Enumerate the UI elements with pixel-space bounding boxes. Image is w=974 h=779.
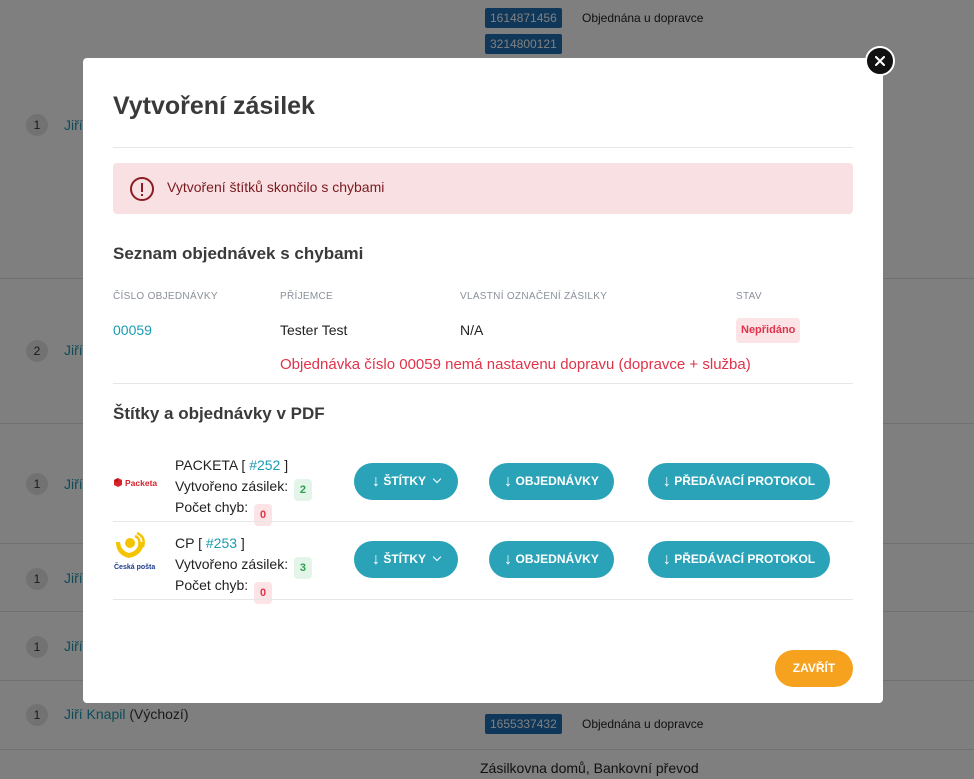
protocol-button-label: PŘEDÁVACÍ PROTOKOL	[674, 552, 816, 566]
status-badge: Nepřidáno	[736, 318, 801, 343]
create-shipments-modal: Vytvoření zásilek Vytvoření štítků skonč…	[83, 58, 883, 703]
carrier-row-ceska-posta: Česká pošta CP [ #253 ] Vytvořeno zásile…	[113, 521, 853, 604]
created-label: Vytvořeno zásilek:	[175, 478, 289, 494]
errors-count-badge: 0	[254, 582, 273, 604]
carrier-name: PACKETA	[175, 457, 238, 473]
batch-link[interactable]: #252	[249, 457, 280, 473]
column-header-recipient: Příjemce	[280, 291, 333, 302]
chevron-down-icon	[432, 474, 442, 484]
labels-button-label: ŠTÍTKY	[383, 552, 426, 566]
close-icon	[875, 56, 885, 66]
download-arrow-icon: ↓	[371, 551, 380, 568]
carrier-name: CP	[175, 535, 195, 551]
pdf-section-title: Štítky a objednávky v PDF	[113, 404, 325, 423]
alert-circle-icon	[130, 177, 154, 201]
labels-download-button[interactable]: ↓ ŠTÍTKY	[354, 463, 458, 500]
errors-section-title: Seznam objednávek s chybami	[113, 244, 364, 263]
chevron-down-icon	[432, 552, 442, 562]
alert-text: Vytvoření štítků skončilo s chybami	[167, 179, 385, 195]
download-arrow-icon: ↓	[662, 473, 671, 490]
packeta-logo-icon: Packeta	[113, 443, 165, 521]
protocol-button-label: PŘEDÁVACÍ PROTOKOL	[674, 474, 816, 488]
labels-download-button[interactable]: ↓ ŠTÍTKY	[354, 541, 458, 578]
packeta-logo-text: Packeta	[125, 478, 157, 488]
close-button[interactable]: ZAVŘÍT	[775, 650, 853, 687]
errors-label: Počet chyb:	[175, 499, 249, 515]
custom-label-cell: N/A	[460, 322, 484, 338]
recipient-cell: Tester Test	[280, 322, 348, 338]
title-divider	[113, 147, 853, 148]
column-header-custom-label: Vlastní označení zásilky	[460, 291, 608, 302]
close-modal-button[interactable]	[865, 46, 895, 76]
protocol-download-button[interactable]: ↓ PŘEDÁVACÍ PROTOKOL	[648, 541, 830, 578]
download-arrow-icon: ↓	[504, 551, 513, 568]
batch-link[interactable]: #253	[206, 535, 237, 551]
column-header-order-number: Číslo objednávky	[113, 291, 218, 302]
orders-download-button[interactable]: ↓ OBJEDNÁVKY	[489, 541, 614, 578]
orders-button-label: OBJEDNÁVKY	[515, 474, 599, 488]
protocol-download-button[interactable]: ↓ PŘEDÁVACÍ PROTOKOL	[648, 463, 830, 500]
labels-button-label: ŠTÍTKY	[383, 474, 426, 488]
orders-download-button[interactable]: ↓ OBJEDNÁVKY	[489, 463, 614, 500]
carrier-row-packeta: Packeta PACKETA [ #252 ] Vytvořeno zásil…	[113, 443, 853, 526]
carrier-info: PACKETA [ #252 ] Vytvořeno zásilek: 2 Po…	[175, 455, 312, 526]
order-number-link[interactable]: 00059	[113, 322, 152, 338]
error-alert: Vytvoření štítků skončilo s chybami	[113, 163, 853, 214]
section-divider	[113, 383, 853, 384]
order-error-message: Objednávka číslo 00059 nemá nastavenu do…	[280, 356, 751, 373]
ceska-posta-logo-text: Česká pošta	[114, 562, 155, 571]
download-arrow-icon: ↓	[371, 473, 380, 490]
errors-label: Počet chyb:	[175, 577, 249, 593]
modal-title: Vytvoření zásilek	[113, 92, 315, 120]
ceska-posta-logo-icon: Česká pošta	[113, 521, 165, 599]
download-arrow-icon: ↓	[504, 473, 513, 490]
orders-button-label: OBJEDNÁVKY	[515, 552, 599, 566]
column-header-status: Stav	[736, 291, 762, 302]
row-divider	[113, 599, 853, 600]
download-arrow-icon: ↓	[662, 551, 671, 568]
carrier-info: CP [ #253 ] Vytvořeno zásilek: 3 Počet c…	[175, 533, 312, 604]
created-label: Vytvořeno zásilek:	[175, 556, 289, 572]
